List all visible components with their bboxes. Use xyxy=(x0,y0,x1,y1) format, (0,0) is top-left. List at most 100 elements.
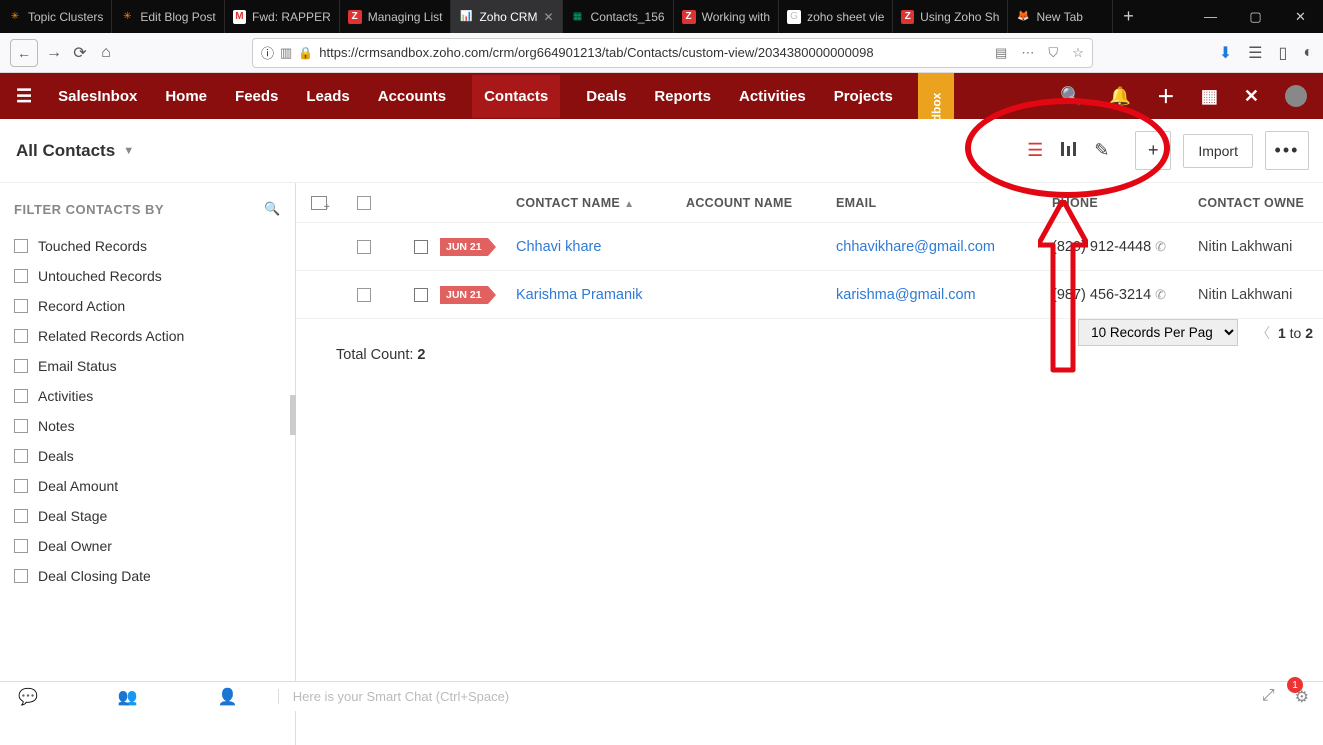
maximize-button[interactable]: ▢ xyxy=(1233,0,1278,33)
col-contact-name[interactable]: CONTACT NAME▲ xyxy=(516,196,686,210)
filter-item[interactable]: Deal Owner xyxy=(10,531,285,561)
account-icon[interactable]: ◐ xyxy=(1303,44,1313,62)
nav-salesinbox[interactable]: SalesInbox xyxy=(56,88,139,105)
filter-item[interactable]: Untouched Records xyxy=(10,261,285,291)
email-link[interactable]: chhavikhare@gmail.com xyxy=(836,239,1052,255)
checkbox[interactable] xyxy=(14,299,28,313)
checkbox[interactable] xyxy=(14,449,28,463)
checkbox[interactable] xyxy=(14,419,28,433)
canvas-view-icon[interactable]: ✎ xyxy=(1094,140,1109,161)
create-button[interactable]: + xyxy=(1135,131,1171,170)
row-checkbox[interactable] xyxy=(357,288,371,302)
back-button[interactable]: ← xyxy=(10,39,38,67)
home-button[interactable]: ⌂ xyxy=(96,44,116,62)
per-page-select[interactable]: 10 Records Per Page xyxy=(1078,319,1238,346)
table-row[interactable]: JUN 21Chhavi kharechhavikhare@gmail.com(… xyxy=(296,223,1323,271)
nav-leads[interactable]: Leads xyxy=(304,88,351,105)
browser-tab[interactable]: 🦊New Tab xyxy=(1008,0,1113,33)
download-icon[interactable]: ⬇ xyxy=(1219,43,1232,63)
add-icon[interactable]: ＋ xyxy=(1157,83,1175,109)
protect-icon[interactable]: ⛉ xyxy=(1048,45,1058,61)
checkbox[interactable] xyxy=(14,479,28,493)
browser-tab[interactable]: MFwd: RAPPER xyxy=(225,0,340,33)
import-button[interactable]: Import xyxy=(1183,134,1253,168)
sidebar-icon[interactable]: ▯ xyxy=(1279,43,1288,63)
browser-tab-active[interactable]: 📊Zoho CRM✕ xyxy=(451,0,562,33)
browser-tab[interactable]: Gzoho sheet vie xyxy=(779,0,893,33)
select-all-checkbox[interactable] xyxy=(357,196,371,210)
call-icon[interactable]: ✆ xyxy=(1155,287,1166,302)
nav-deals[interactable]: Deals xyxy=(584,88,628,105)
call-icon[interactable]: ✆ xyxy=(1155,239,1166,254)
close-window-button[interactable]: ✕ xyxy=(1278,0,1323,33)
filter-item[interactable]: Activities xyxy=(10,381,285,411)
filter-item[interactable]: Record Action xyxy=(10,291,285,321)
library-icon[interactable]: ☰ xyxy=(1248,43,1262,63)
more-icon[interactable]: ⋯ xyxy=(1021,45,1034,61)
bell-icon[interactable]: 🔔 xyxy=(1108,86,1130,107)
checkbox[interactable] xyxy=(14,389,28,403)
checkbox[interactable] xyxy=(14,569,28,583)
filter-item[interactable]: Deals xyxy=(10,441,285,471)
forward-button[interactable]: → xyxy=(44,44,64,62)
filter-item[interactable]: Email Status xyxy=(10,351,285,381)
checkbox[interactable] xyxy=(14,359,28,373)
chat-icon[interactable]: 💬 xyxy=(18,687,38,707)
list-view-icon[interactable]: ☰ xyxy=(1027,140,1043,161)
avatar[interactable] xyxy=(1285,85,1307,107)
contacts-icon[interactable]: 👥 xyxy=(118,687,138,707)
url-bar[interactable]: ⓘ ▥ 🔒 https://crmsandbox.zoho.com/crm/or… xyxy=(252,38,1093,68)
nav-feeds[interactable]: Feeds xyxy=(233,88,280,105)
info-icon[interactable]: ⓘ xyxy=(261,43,274,62)
browser-tab[interactable]: ZWorking with xyxy=(674,0,779,33)
calendar-icon[interactable]: ▦ xyxy=(1201,86,1218,107)
nav-reports[interactable]: Reports xyxy=(652,88,713,105)
tools-icon[interactable]: ✕ xyxy=(1244,86,1259,107)
filter-item[interactable]: Touched Records xyxy=(10,231,285,261)
view-selector[interactable]: All Contacts ▼ xyxy=(16,141,134,161)
contact-name-link[interactable]: Chhavi khare xyxy=(516,239,686,255)
browser-tab[interactable]: ✳Topic Clusters xyxy=(0,0,112,33)
email-link[interactable]: karishma@gmail.com xyxy=(836,287,1052,303)
more-actions-button[interactable]: ••• xyxy=(1265,131,1309,170)
kanban-view-icon[interactable] xyxy=(1061,140,1076,161)
nav-activities[interactable]: Activities xyxy=(737,88,808,105)
menu-icon[interactable]: ☰ xyxy=(16,86,32,107)
checkbox[interactable] xyxy=(14,509,28,523)
profile-icon[interactable]: 👤 xyxy=(218,687,238,707)
prev-page-icon[interactable]: 〈 xyxy=(1256,325,1270,341)
configure-columns-icon[interactable] xyxy=(311,196,327,210)
new-tab-button[interactable]: + xyxy=(1113,0,1143,33)
reload-button[interactable]: ⟳ xyxy=(70,43,90,63)
nav-projects[interactable]: Projects xyxy=(832,88,895,105)
checkbox[interactable] xyxy=(14,539,28,553)
col-account-name[interactable]: ACCOUNT NAME xyxy=(686,196,836,210)
nav-home[interactable]: Home xyxy=(163,88,209,105)
col-owner[interactable]: CONTACT OWNE xyxy=(1198,196,1318,210)
browser-tab[interactable]: ZManaging List xyxy=(340,0,452,33)
filter-item[interactable]: Deal Stage xyxy=(10,501,285,531)
bookmark-icon[interactable]: ☆ xyxy=(1072,45,1084,61)
nav-contacts[interactable]: Contacts xyxy=(472,75,560,118)
filter-item[interactable]: Deal Amount xyxy=(10,471,285,501)
table-row[interactable]: JUN 21Karishma Pramanikkarishma@gmail.co… xyxy=(296,271,1323,319)
col-phone[interactable]: PHONE xyxy=(1052,196,1198,210)
checkbox[interactable] xyxy=(14,239,28,253)
checkbox[interactable] xyxy=(14,269,28,283)
browser-tab[interactable]: ZUsing Zoho Sh xyxy=(893,0,1008,33)
expand-icon[interactable]: ⤢ xyxy=(1262,687,1275,707)
minimize-button[interactable]: — xyxy=(1188,0,1233,33)
filter-item[interactable]: Deal Closing Date xyxy=(10,561,285,591)
col-email[interactable]: EMAIL xyxy=(836,196,1052,210)
contact-name-link[interactable]: Karishma Pramanik xyxy=(516,287,686,303)
close-icon[interactable]: ✕ xyxy=(543,10,553,24)
smart-chat-input[interactable]: Here is your Smart Chat (Ctrl+Space) xyxy=(278,689,509,704)
filter-item[interactable]: Related Records Action xyxy=(10,321,285,351)
row-checkbox[interactable] xyxy=(357,240,371,254)
browser-tab[interactable]: ✳Edit Blog Post xyxy=(112,0,224,33)
checkbox[interactable] xyxy=(14,329,28,343)
search-icon[interactable]: 🔍 xyxy=(1060,86,1082,107)
browser-tab[interactable]: ▦Contacts_156 xyxy=(563,0,674,33)
filter-item[interactable]: Notes xyxy=(10,411,285,441)
search-filter-icon[interactable]: 🔍 xyxy=(264,201,281,217)
